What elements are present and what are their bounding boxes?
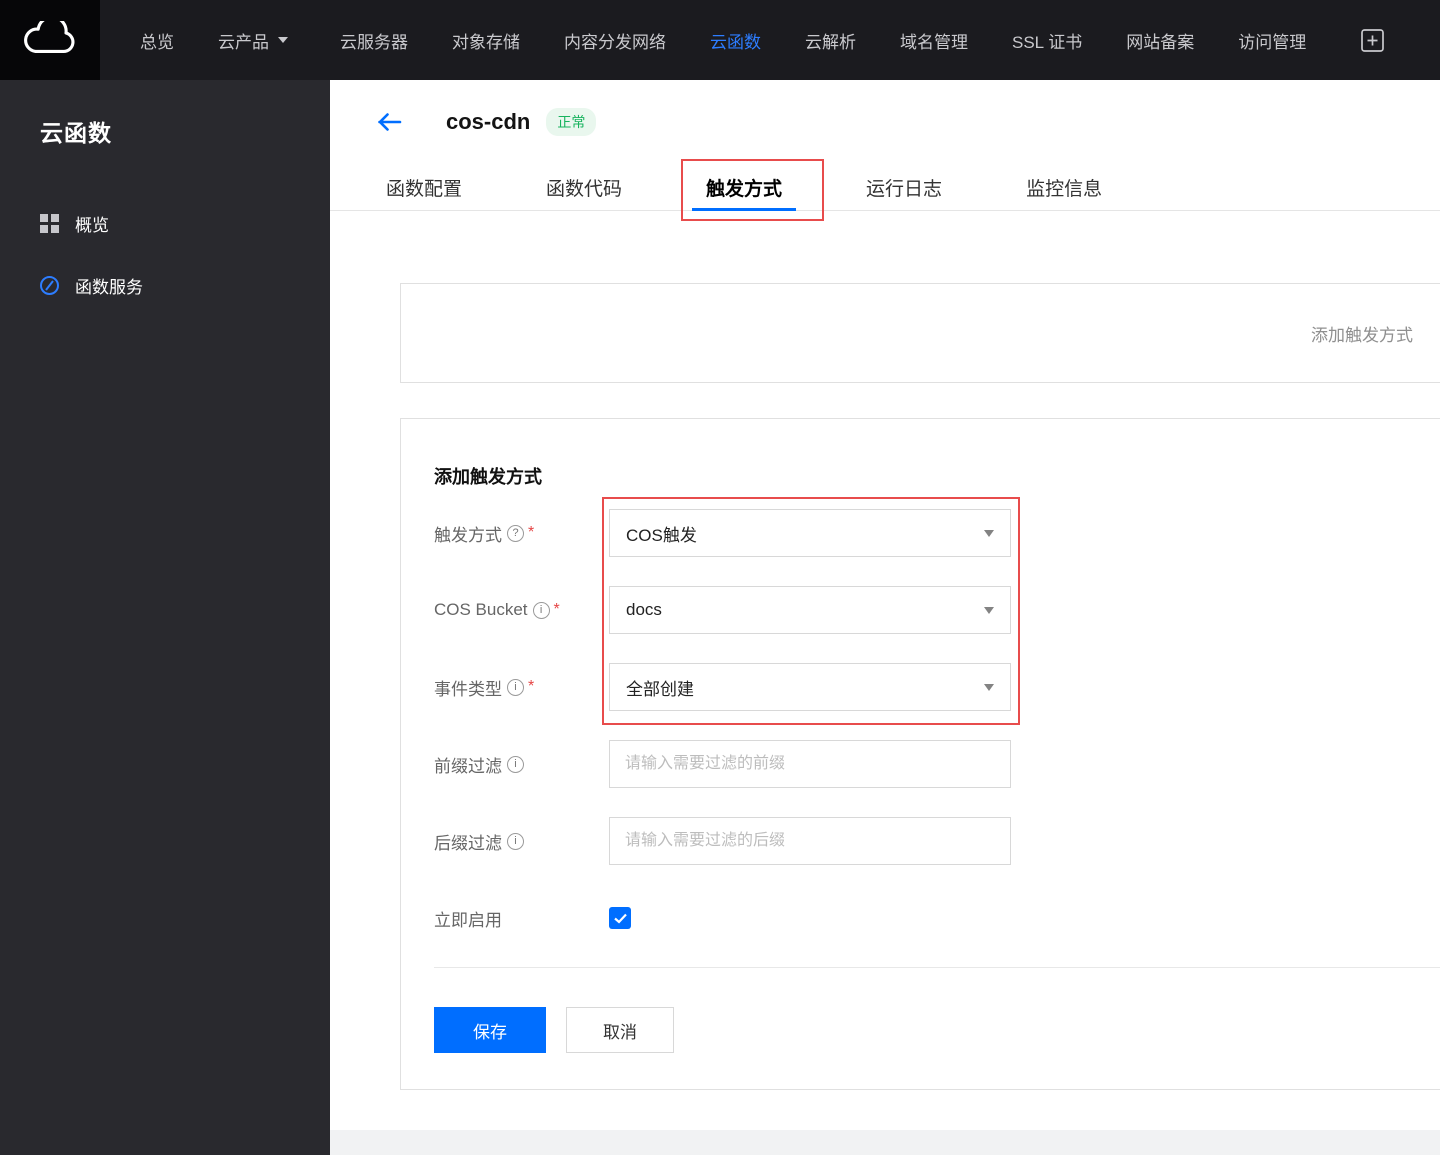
- form-row-enable-now: 立即启用: [434, 894, 1440, 942]
- info-icon[interactable]: i: [507, 678, 524, 696]
- form-row-cos-bucket: COS Bucket i * docs: [434, 586, 1440, 634]
- info-icon[interactable]: i: [507, 755, 524, 773]
- field-label-text: COS Bucket: [434, 600, 528, 619]
- cos-bucket-select[interactable]: docs: [609, 586, 1011, 634]
- nav-item-label: 云产品: [218, 32, 269, 52]
- overview-grid-icon: [38, 213, 60, 233]
- field-label: COS Bucket i *: [434, 600, 609, 620]
- event-type-value: 全部创建: [626, 679, 694, 699]
- field-label: 前缀过滤 i: [434, 752, 609, 777]
- nav-item-cloud-products[interactable]: 云产品: [218, 28, 288, 53]
- nav-item-overview-top[interactable]: 总览: [140, 28, 174, 53]
- status-badge: 正常: [546, 108, 597, 136]
- required-mark: *: [528, 678, 535, 695]
- nav-item-cvm[interactable]: 云服务器: [340, 28, 408, 53]
- sidebar: 云函数 概览 函数服务: [0, 80, 330, 1155]
- nav-item-icp[interactable]: 网站备案: [1126, 28, 1194, 53]
- nav-item-domain[interactable]: 域名管理: [900, 28, 968, 53]
- page-background-strip: [330, 1130, 1440, 1155]
- chevron-down-icon: [984, 529, 994, 537]
- sidebar-item-label: 概览: [75, 215, 109, 235]
- field-label-text: 后缀过滤: [434, 833, 502, 853]
- nav-item-cos[interactable]: 对象存储: [452, 28, 520, 53]
- prefix-filter-input[interactable]: [609, 740, 1011, 788]
- main-content: cos-cdn 正常 函数配置 函数代码 触发方式 运行日志 监控信息 添加触发…: [330, 80, 1440, 1155]
- field-label: 事件类型 i *: [434, 675, 609, 700]
- field-label: 立即启用: [434, 906, 609, 931]
- required-mark: *: [528, 524, 535, 541]
- sidebar-item-function-service[interactable]: 函数服务: [0, 254, 330, 316]
- form-row-prefix-filter: 前缀过滤 i: [434, 740, 1440, 788]
- chevron-down-icon: [984, 683, 994, 691]
- page-header: cos-cdn 正常: [376, 102, 597, 142]
- sidebar-menu: 概览 函数服务: [0, 192, 330, 316]
- suffix-filter-input[interactable]: [609, 817, 1011, 865]
- event-type-select[interactable]: 全部创建: [609, 663, 1011, 711]
- info-icon[interactable]: i: [532, 601, 550, 619]
- nav-item-dns[interactable]: 云解析: [805, 28, 856, 53]
- tab-function-config[interactable]: 函数配置: [372, 165, 476, 210]
- form-heading: 添加触发方式: [434, 467, 542, 487]
- form-row-event-type: 事件类型 i * 全部创建: [434, 663, 1440, 711]
- brand-logo[interactable]: [0, 0, 100, 80]
- field-label: 后缀过滤 i: [434, 829, 609, 854]
- cancel-button[interactable]: 取消: [566, 1007, 674, 1053]
- trigger-type-value: COS触发: [626, 525, 697, 545]
- add-trigger-form: 添加触发方式 触发方式 ? * COS触发 COS Bucket i * doc…: [400, 418, 1440, 1090]
- tab-bar: 函数配置 函数代码 触发方式 运行日志 监控信息: [330, 165, 1440, 211]
- sidebar-item-overview[interactable]: 概览: [0, 192, 330, 254]
- add-trigger-button[interactable]: 添加触发方式: [1311, 321, 1413, 346]
- form-row-suffix-filter: 后缀过滤 i: [434, 817, 1440, 865]
- tab-trigger-method[interactable]: 触发方式: [692, 165, 797, 211]
- chevron-down-icon: [278, 37, 288, 43]
- nav-item-ssl[interactable]: SSL 证书: [1012, 28, 1082, 53]
- required-mark: *: [553, 601, 560, 618]
- tab-function-code[interactable]: 函数代码: [532, 165, 636, 210]
- enable-now-checkbox[interactable]: [609, 907, 631, 929]
- form-actions: 保存 取消: [434, 1007, 1440, 1053]
- sidebar-title: 云函数: [40, 120, 112, 146]
- help-icon[interactable]: ?: [507, 524, 524, 542]
- field-label-text: 立即启用: [434, 910, 502, 930]
- tab-run-logs[interactable]: 运行日志: [852, 165, 956, 210]
- info-icon[interactable]: i: [507, 832, 524, 850]
- page: 总览 云产品 云服务器 对象存储 内容分发网络 云函数 云解析 域名管理 SSL…: [0, 0, 1440, 1155]
- save-button[interactable]: 保存: [434, 1007, 546, 1053]
- back-arrow-button[interactable]: [376, 112, 402, 132]
- function-service-icon: [38, 275, 60, 296]
- chevron-down-icon: [984, 606, 994, 614]
- nav-item-scf[interactable]: 云函数: [710, 28, 761, 53]
- cloud-logo-icon: [23, 21, 77, 59]
- top-nav: 总览 云产品 云服务器 对象存储 内容分发网络 云函数 云解析 域名管理 SSL…: [0, 0, 1440, 80]
- trigger-type-select[interactable]: COS触发: [609, 509, 1011, 557]
- function-title: cos-cdn: [446, 109, 531, 134]
- field-label: 触发方式 ? *: [434, 521, 609, 546]
- checkmark-icon: [613, 913, 627, 924]
- form-divider: [434, 967, 1440, 968]
- sidebar-item-label: 函数服务: [75, 277, 143, 297]
- more-products-icon[interactable]: [1361, 28, 1384, 52]
- tab-monitoring[interactable]: 监控信息: [1012, 165, 1116, 210]
- nav-item-cam[interactable]: 访问管理: [1238, 28, 1306, 53]
- form-row-trigger-type: 触发方式 ? * COS触发: [434, 509, 1440, 557]
- nav-item-cdn[interactable]: 内容分发网络: [564, 28, 666, 53]
- field-label-text: 触发方式: [434, 525, 502, 545]
- trigger-list-bar: 添加触发方式: [400, 283, 1440, 383]
- field-label-text: 事件类型: [434, 679, 502, 699]
- field-label-text: 前缀过滤: [434, 756, 502, 776]
- cos-bucket-value: docs: [626, 600, 662, 619]
